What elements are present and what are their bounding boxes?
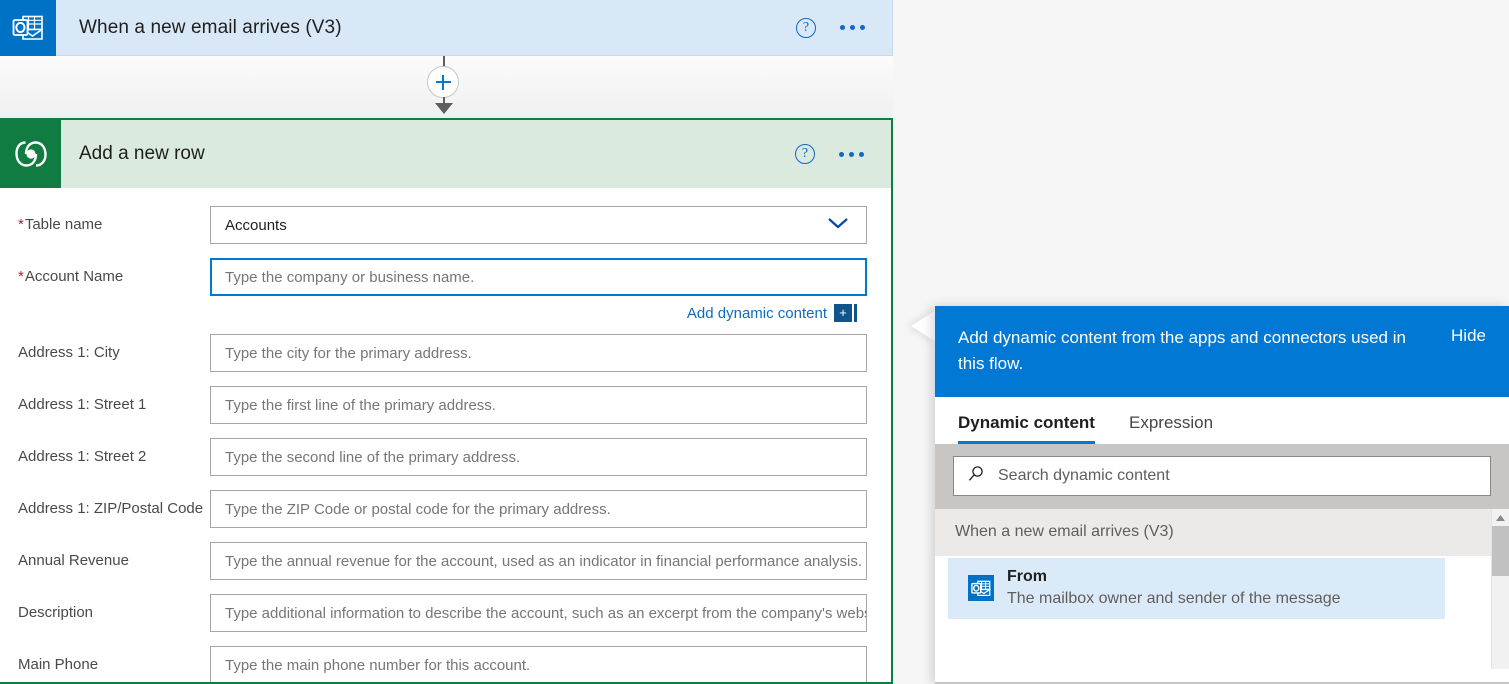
flow-connector xyxy=(0,56,893,118)
action-card: Add a new row ? *Table name Accounts *Ac… xyxy=(0,118,893,684)
trigger-card-actions: ? xyxy=(796,18,892,38)
form-row: Address 1: City Type the city for the pr… xyxy=(0,334,891,372)
address-street2-placeholder: Type the second line of the primary addr… xyxy=(225,449,520,466)
action-card-header[interactable]: Add a new row ? xyxy=(0,120,891,188)
form-row: Description Type additional information … xyxy=(0,594,891,632)
dynamic-content-panel: Add dynamic content from the apps and co… xyxy=(935,306,1509,684)
annual-revenue-input[interactable]: Type the annual revenue for the account,… xyxy=(210,542,867,580)
list-item-name: From xyxy=(1007,568,1047,585)
address-street1-input[interactable]: Type the first line of the primary addre… xyxy=(210,386,867,424)
add-dynamic-content-row: Add dynamic content + xyxy=(0,304,875,322)
add-dynamic-content-plus-icon[interactable]: + xyxy=(834,304,852,322)
main-phone-input[interactable]: Type the main phone number for this acco… xyxy=(210,646,867,684)
chevron-down-icon[interactable] xyxy=(816,215,852,235)
address-zip-placeholder: Type the ZIP Code or postal code for the… xyxy=(225,501,611,518)
form-row: Address 1: Street 2 Type the second line… xyxy=(0,438,891,476)
field-label: Address 1: ZIP/Postal Code xyxy=(18,490,210,518)
flyout-pointer xyxy=(911,310,936,342)
field-label: Address 1: Street 2 xyxy=(18,438,210,466)
add-dynamic-content-caret xyxy=(854,304,857,322)
trigger-title: When a new email arrives (V3) xyxy=(79,17,342,39)
form-row: *Account Name Type the company or busine… xyxy=(0,258,891,296)
field-label: Address 1: City xyxy=(18,334,210,362)
form-row: Address 1: ZIP/Postal Code Type the ZIP … xyxy=(0,490,891,528)
field-label: *Account Name xyxy=(18,258,210,286)
banner-text: Add dynamic content from the apps and co… xyxy=(958,325,1413,377)
address-zip-input[interactable]: Type the ZIP Code or postal code for the… xyxy=(210,490,867,528)
required-marker: * xyxy=(18,268,24,285)
form-row: Annual Revenue Type the annual revenue f… xyxy=(0,542,891,580)
dynamic-content-tabs: Dynamic content Expression xyxy=(935,397,1509,444)
scrollbar-thumb[interactable] xyxy=(1492,526,1509,576)
list-item-text: From The mailbox owner and sender of the… xyxy=(1007,566,1341,610)
required-marker: * xyxy=(18,216,24,233)
dataverse-icon xyxy=(0,120,61,188)
scroll-up-icon[interactable] xyxy=(1492,509,1509,526)
action-card-actions: ? xyxy=(795,144,891,164)
dynamic-content-scrollbar[interactable] xyxy=(1491,509,1509,669)
help-icon[interactable]: ? xyxy=(796,18,816,38)
description-input[interactable]: Type additional information to describe … xyxy=(210,594,867,632)
help-icon[interactable]: ? xyxy=(795,144,815,164)
form-row: Main Phone Type the main phone number fo… xyxy=(0,646,891,684)
address-city-input[interactable]: Type the city for the primary address. xyxy=(210,334,867,372)
action-title: Add a new row xyxy=(79,143,205,165)
main-phone-placeholder: Type the main phone number for this acco… xyxy=(225,657,530,674)
form-row: Address 1: Street 1 Type the first line … xyxy=(0,386,891,424)
field-label: Main Phone xyxy=(18,646,210,674)
trigger-card[interactable]: When a new email arrives (V3) ? xyxy=(0,0,893,56)
dynamic-content-banner: Add dynamic content from the apps and co… xyxy=(935,306,1509,397)
field-label: Address 1: Street 1 xyxy=(18,386,210,414)
add-step-button[interactable] xyxy=(427,66,459,98)
dynamic-content-group-header: When a new email arrives (V3) xyxy=(935,509,1509,556)
address-street2-input[interactable]: Type the second line of the primary addr… xyxy=(210,438,867,476)
dynamic-content-search-area: Search dynamic content xyxy=(935,444,1509,509)
search-icon xyxy=(966,464,986,488)
search-dynamic-content-input[interactable]: Search dynamic content xyxy=(953,456,1491,496)
annual-revenue-placeholder: Type the annual revenue for the account,… xyxy=(225,553,862,570)
field-label: *Table name xyxy=(18,206,210,234)
more-options-icon[interactable] xyxy=(839,152,864,157)
list-item-description: The mailbox owner and sender of the mess… xyxy=(1007,590,1341,607)
field-label: Annual Revenue xyxy=(18,542,210,570)
tab-dynamic-content[interactable]: Dynamic content xyxy=(958,413,1095,444)
hide-banner-link[interactable]: Hide xyxy=(1451,325,1486,346)
outlook-icon xyxy=(968,575,994,601)
tab-expression[interactable]: Expression xyxy=(1129,413,1213,444)
field-label: Description xyxy=(18,594,210,622)
account-name-input[interactable]: Type the company or business name. xyxy=(210,258,867,296)
table-name-value: Accounts xyxy=(225,217,287,234)
action-form: *Table name Accounts *Account Name Type … xyxy=(0,188,891,684)
description-placeholder: Type additional information to describe … xyxy=(225,605,867,622)
address-street1-placeholder: Type the first line of the primary addre… xyxy=(225,397,496,414)
account-name-placeholder: Type the company or business name. xyxy=(225,269,474,286)
connector-arrow-head xyxy=(435,103,453,114)
more-options-icon[interactable] xyxy=(840,25,865,30)
table-name-dropdown[interactable]: Accounts xyxy=(210,206,867,244)
form-row: *Table name Accounts xyxy=(0,206,891,244)
flow-designer-canvas: When a new email arrives (V3) ? Add a ne… xyxy=(0,0,1509,684)
address-city-placeholder: Type the city for the primary address. xyxy=(225,345,472,362)
list-item[interactable]: From The mailbox owner and sender of the… xyxy=(948,558,1445,619)
dynamic-content-list: When a new email arrives (V3) xyxy=(935,509,1509,669)
outlook-icon xyxy=(0,0,56,56)
add-dynamic-content-link[interactable]: Add dynamic content xyxy=(687,305,827,322)
search-placeholder: Search dynamic content xyxy=(998,467,1170,485)
